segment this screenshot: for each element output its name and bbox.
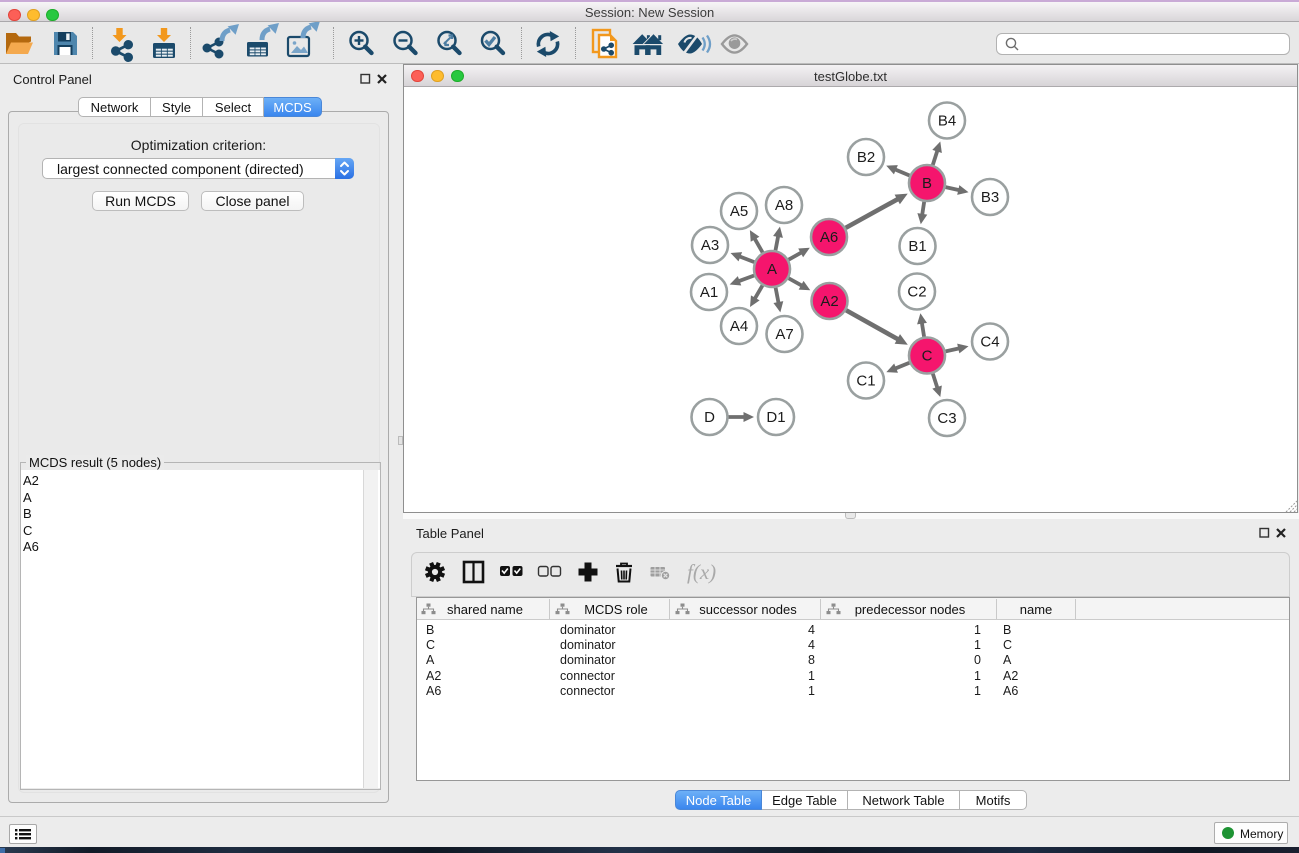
svg-text:f(x): f(x) bbox=[687, 560, 716, 584]
svg-text:C1: C1 bbox=[856, 373, 875, 390]
svg-text:A7: A7 bbox=[775, 326, 793, 343]
svg-text:A3: A3 bbox=[701, 237, 719, 254]
svg-text:A6: A6 bbox=[820, 229, 838, 246]
svg-text:C3: C3 bbox=[937, 410, 956, 427]
svg-text:A4: A4 bbox=[730, 318, 748, 335]
svg-text:A: A bbox=[767, 261, 777, 278]
svg-text:B1: B1 bbox=[908, 238, 926, 255]
svg-text:D1: D1 bbox=[766, 409, 785, 426]
svg-text:A2: A2 bbox=[820, 293, 838, 310]
svg-text:A1: A1 bbox=[700, 284, 718, 301]
svg-text:B4: B4 bbox=[938, 113, 956, 130]
svg-text:D: D bbox=[704, 409, 715, 426]
svg-text:C: C bbox=[922, 348, 933, 365]
svg-text:B3: B3 bbox=[981, 189, 999, 206]
svg-text:C2: C2 bbox=[907, 284, 926, 301]
svg-text:A5: A5 bbox=[730, 203, 748, 220]
svg-text:B2: B2 bbox=[857, 149, 875, 166]
svg-text:C4: C4 bbox=[980, 334, 999, 351]
svg-text:B: B bbox=[922, 175, 932, 192]
svg-text:A8: A8 bbox=[775, 197, 793, 214]
